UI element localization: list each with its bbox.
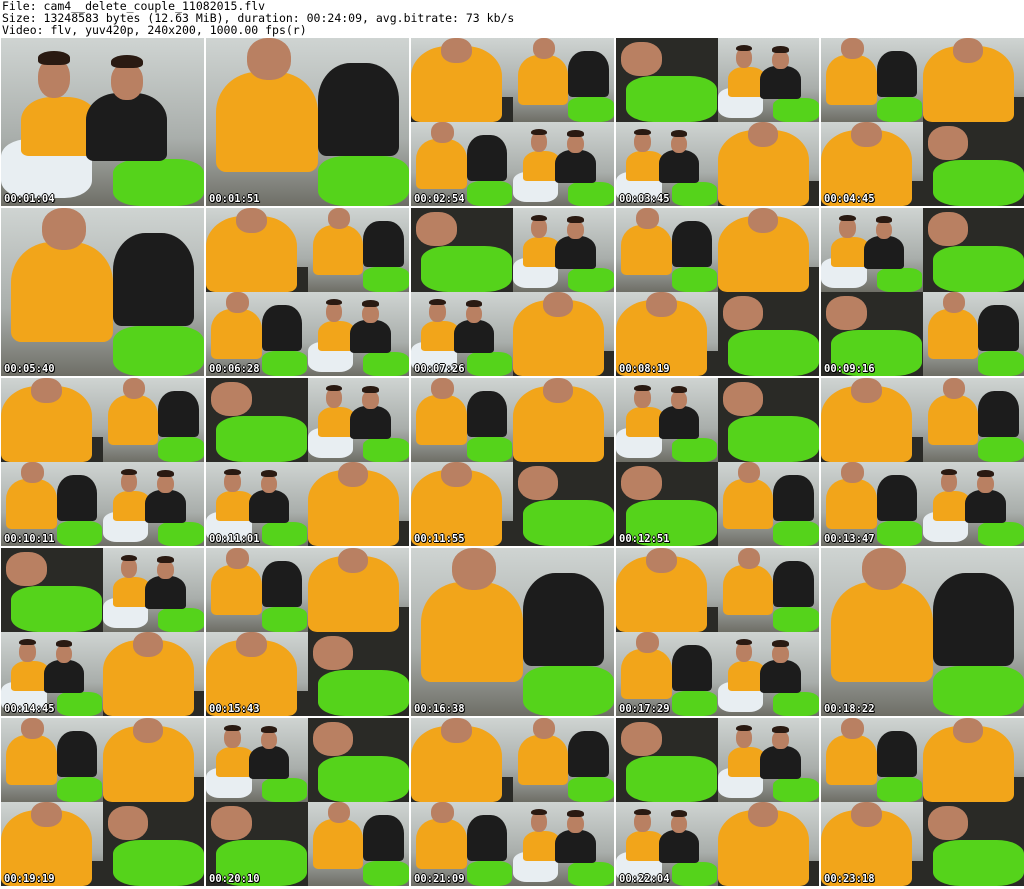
thumbnail-timestamp: 00:19:19 xyxy=(4,873,55,885)
video-thumbnail: 00:18:22 xyxy=(821,548,1024,716)
video-thumbnail: 00:22:04 xyxy=(616,718,819,886)
video-thumbnail: 00:04:45 xyxy=(821,38,1024,206)
video-thumbnail: 00:12:51 xyxy=(616,378,819,546)
video-info-line: Video: flv, yuv420p, 240x200, 1000.00 fp… xyxy=(2,23,307,37)
thumbnail-timestamp: 00:16:38 xyxy=(414,703,465,715)
thumbnail-timestamp: 00:03:45 xyxy=(619,193,670,205)
video-thumbnail: 00:14:45 xyxy=(1,548,204,716)
video-thumbnail: 00:20:10 xyxy=(206,718,409,886)
video-thumbnail: 00:08:19 xyxy=(616,208,819,376)
video-thumbnail: 00:07:26 xyxy=(411,208,614,376)
video-thumbnail: 00:11:01 xyxy=(206,378,409,546)
video-thumbnail: 00:13:47 xyxy=(821,378,1024,546)
thumbnail-timestamp: 00:13:47 xyxy=(824,533,875,545)
thumbnail-timestamp: 00:12:51 xyxy=(619,533,670,545)
video-thumbnail: 00:21:09 xyxy=(411,718,614,886)
thumbnail-timestamp: 00:11:55 xyxy=(414,533,465,545)
video-thumbnail: 00:01:04 xyxy=(1,38,204,206)
thumbnail-grid: 00:01:04 00:01:51 00:02:54 00:03:45 00:04:45… xyxy=(0,38,1024,889)
thumbnail-timestamp: 00:22:04 xyxy=(619,873,670,885)
video-thumbnail: 00:01:51 xyxy=(206,38,409,206)
thumbnail-timestamp: 00:07:26 xyxy=(414,363,465,375)
video-thumbnail: 00:10:11 xyxy=(1,378,204,546)
video-thumbnail: 00:09:16 xyxy=(821,208,1024,376)
thumbnail-timestamp: 00:09:16 xyxy=(824,363,875,375)
thumbnail-timestamp: 00:01:04 xyxy=(4,193,55,205)
thumbnail-timestamp: 00:14:45 xyxy=(4,703,55,715)
thumbnail-timestamp: 00:08:19 xyxy=(619,363,670,375)
video-thumbnail: 00:11:55 xyxy=(411,378,614,546)
thumbnail-timestamp: 00:23:18 xyxy=(824,873,875,885)
thumbnail-timestamp: 00:15:43 xyxy=(209,703,260,715)
thumbnail-timestamp: 00:17:29 xyxy=(619,703,670,715)
video-thumbnail: 00:06:28 xyxy=(206,208,409,376)
video-thumbnail: 00:02:54 xyxy=(411,38,614,206)
thumbnail-timestamp: 00:06:28 xyxy=(209,363,260,375)
thumbnail-timestamp: 00:05:40 xyxy=(4,363,55,375)
video-thumbnail: 00:03:45 xyxy=(616,38,819,206)
thumbnail-timestamp: 00:20:10 xyxy=(209,873,260,885)
thumbnail-timestamp: 00:04:45 xyxy=(824,193,875,205)
video-thumbnail: 00:16:38 xyxy=(411,548,614,716)
file-info-header: File: cam4__delete_couple_11082015.flv Si… xyxy=(2,0,514,36)
thumbnail-timestamp: 00:18:22 xyxy=(824,703,875,715)
thumbnail-timestamp: 00:02:54 xyxy=(414,193,465,205)
thumbnail-timestamp: 00:11:01 xyxy=(209,533,260,545)
thumbnail-timestamp: 00:21:09 xyxy=(414,873,465,885)
video-thumbnail: 00:17:29 xyxy=(616,548,819,716)
thumbnail-timestamp: 00:10:11 xyxy=(4,533,55,545)
thumbnail-timestamp: 00:01:51 xyxy=(209,193,260,205)
video-thumbnail: 00:23:18 xyxy=(821,718,1024,886)
video-thumbnail: 00:15:43 xyxy=(206,548,409,716)
video-thumbnail: 00:19:19 xyxy=(1,718,204,886)
video-thumbnail: 00:05:40 xyxy=(1,208,204,376)
